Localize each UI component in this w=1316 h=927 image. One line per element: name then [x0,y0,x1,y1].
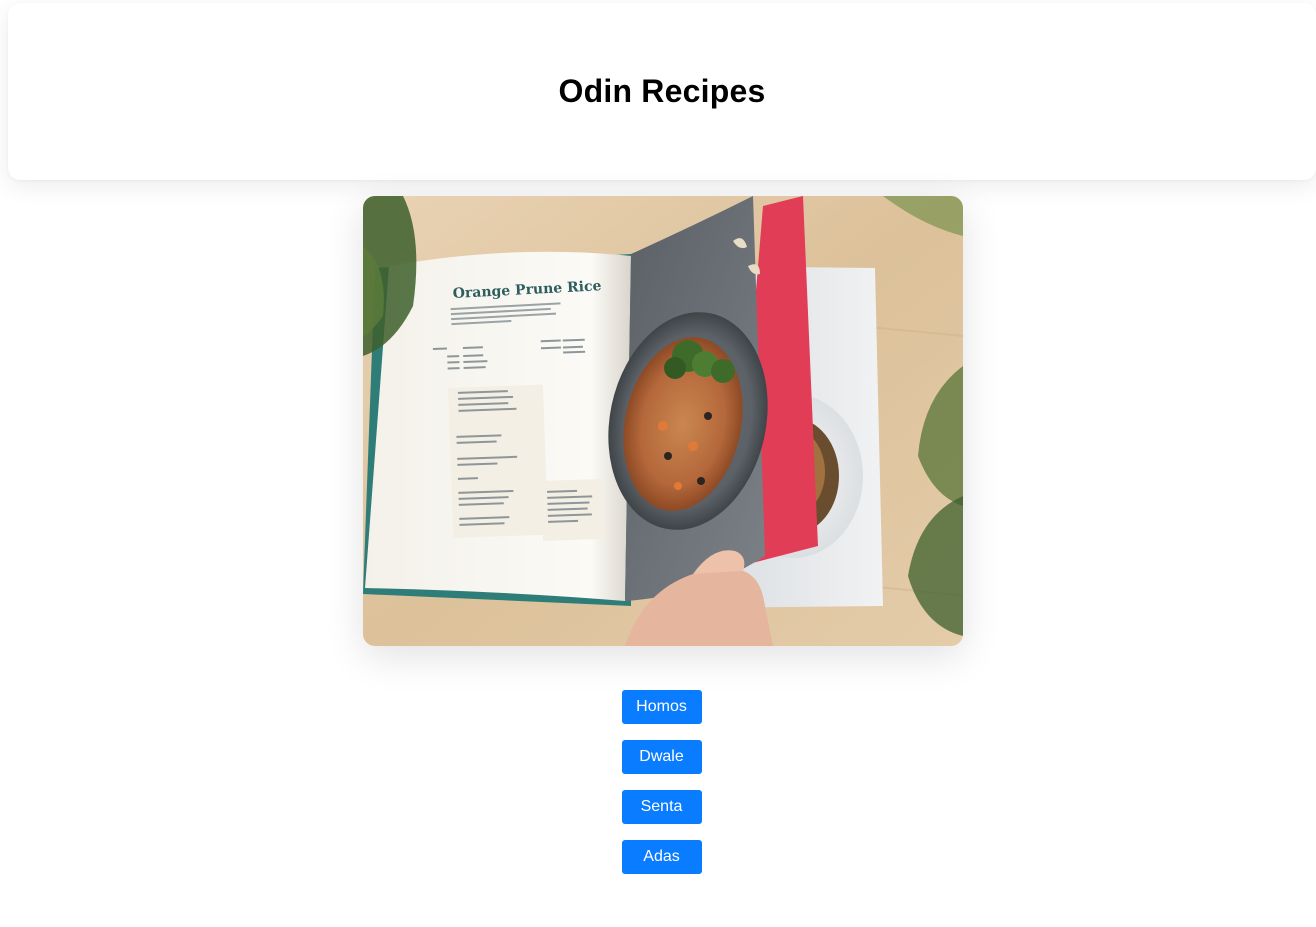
recipe-button-senta[interactable]: Senta [621,790,702,824]
recipe-button-adas[interactable]: Adas [621,840,702,874]
recipe-button-homos[interactable]: Homos [621,690,702,724]
page-title: Odin Recipes [558,73,766,109]
recipe-list: Homos Dwale Senta Adas [0,690,1316,874]
cookbook-photo-icon: Orange Prune Rice [363,196,963,646]
site-header: Odin Recipes [8,3,1316,180]
recipe-button-dwale[interactable]: Dwale [621,740,702,774]
hero-image: Orange Prune Rice [363,196,963,646]
